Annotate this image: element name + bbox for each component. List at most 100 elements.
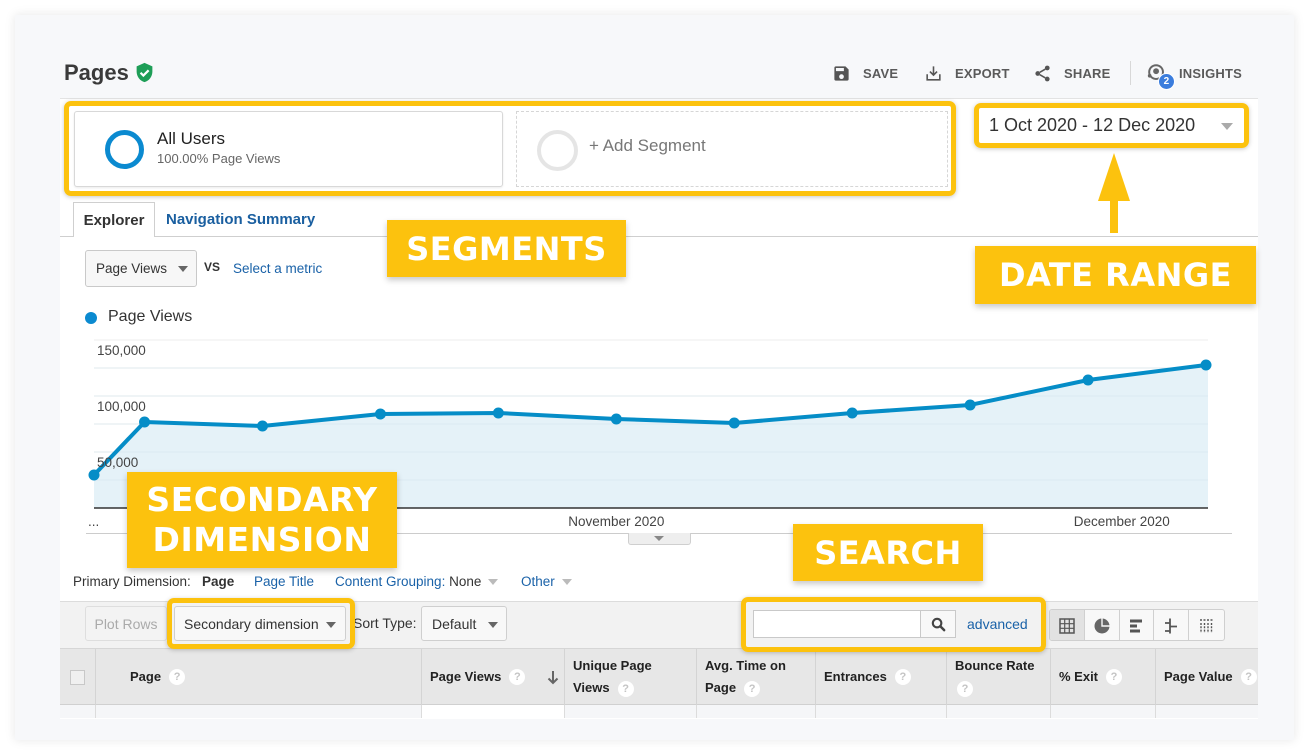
- annotation-search: SEARCH: [793, 524, 983, 581]
- chart-point[interactable]: [964, 399, 976, 411]
- sort-type-value: Default: [432, 615, 477, 632]
- column-header-entrances[interactable]: Entrances?: [815, 649, 946, 705]
- help-icon[interactable]: ?: [617, 680, 634, 697]
- view-pivot-button[interactable]: [1189, 610, 1224, 640]
- view-comparison-button[interactable]: [1154, 610, 1190, 640]
- help-icon[interactable]: ?: [1106, 669, 1123, 685]
- view-performance-button[interactable]: [1120, 610, 1155, 640]
- column-label: Bounce Rate: [955, 658, 1035, 673]
- x-tick-label: ...: [88, 514, 99, 529]
- column-label: Unique Page Views: [573, 658, 652, 695]
- sort-type-label: Sort Type:: [353, 615, 417, 631]
- segment-name: All Users: [157, 129, 226, 148]
- select-all-checkbox[interactable]: [70, 669, 85, 685]
- view-percentage-button[interactable]: [1085, 610, 1120, 640]
- tab-navigation-summary[interactable]: Navigation Summary: [166, 202, 315, 236]
- table-cell: [564, 705, 697, 718]
- chevron-down-icon: [488, 579, 499, 586]
- share-button[interactable]: SHARE: [1033, 62, 1111, 84]
- help-icon[interactable]: ?: [894, 669, 911, 685]
- advanced-search-link[interactable]: advanced: [967, 616, 1028, 632]
- sort-type-dropdown[interactable]: Default: [421, 606, 507, 641]
- dimension-page-title[interactable]: Page Title: [254, 574, 314, 589]
- comparison-icon: [1165, 618, 1178, 634]
- column-header-unique-page-views[interactable]: Unique Page Views?: [564, 649, 696, 705]
- annotation-secondary-dimension: SECONDARY DIMENSION: [127, 472, 397, 568]
- primary-dimension-label: Primary Dimension:: [73, 574, 191, 589]
- column-header-page-views[interactable]: Page Views?: [421, 649, 564, 705]
- chart-point[interactable]: [492, 407, 504, 419]
- sort-descending-icon: [547, 671, 559, 685]
- help-icon[interactable]: ?: [957, 680, 973, 697]
- help-icon[interactable]: ?: [509, 669, 526, 685]
- search-button[interactable]: [920, 610, 956, 638]
- bar-chart-icon: [1130, 619, 1143, 633]
- view-table-button[interactable]: [1050, 610, 1085, 640]
- chart-point[interactable]: [728, 417, 740, 429]
- chevron-down-icon: [178, 266, 188, 272]
- column-label: % Exit: [1059, 669, 1099, 684]
- x-tick-label: December 2020: [1074, 514, 1170, 529]
- table-grid-icon: [1059, 618, 1075, 634]
- chevron-down-icon: [326, 622, 336, 628]
- chart-point[interactable]: [846, 407, 858, 419]
- save-button[interactable]: SAVE: [832, 62, 898, 84]
- help-icon[interactable]: ?: [1240, 669, 1257, 685]
- metric-dropdown[interactable]: Page Views: [85, 250, 197, 287]
- annotation-secondary-line-2: DIMENSION: [152, 520, 372, 559]
- chart-collapse-handle[interactable]: [628, 533, 691, 545]
- select-metric-link[interactable]: Select a metric: [233, 261, 322, 276]
- view-mode-group: [1049, 609, 1225, 641]
- segment-color-ring: [105, 130, 144, 169]
- table-header: Page? Page Views? Unique Page Views? Avg…: [60, 648, 1258, 705]
- chart-point[interactable]: [374, 408, 386, 420]
- chart-point[interactable]: [610, 413, 622, 425]
- annotation-date-range-text: DATE RANGE: [999, 256, 1232, 294]
- other-label: Other: [521, 574, 555, 589]
- annotation-segments: SEGMENTS: [387, 220, 626, 277]
- column-header-page[interactable]: Page?: [95, 649, 421, 705]
- add-segment-label: + Add Segment: [589, 136, 706, 155]
- table-cell: [696, 705, 816, 718]
- table-cell: [421, 705, 565, 718]
- chart-point[interactable]: [88, 469, 100, 481]
- column-header-bounce-rate[interactable]: Bounce Rate?: [946, 649, 1050, 705]
- chevron-down-icon: [488, 622, 498, 628]
- insights-icon: 2: [1146, 62, 1175, 90]
- column-header-avg-time-on-page[interactable]: Avg. Time on Page?: [696, 649, 815, 705]
- plot-rows-button[interactable]: Plot Rows: [85, 606, 167, 641]
- column-label: Entrances: [824, 669, 887, 684]
- help-icon[interactable]: ?: [169, 669, 186, 685]
- chart-point[interactable]: [1082, 374, 1094, 386]
- y-tick-label: 100,000: [97, 399, 146, 414]
- date-range-picker[interactable]: 1 Oct 2020 - 12 Dec 2020: [979, 108, 1244, 143]
- tab-divider: [60, 236, 1258, 237]
- export-button[interactable]: EXPORT: [924, 62, 1010, 84]
- content-grouping-dropdown[interactable]: Content Grouping: None: [335, 574, 499, 589]
- table-cell: [1155, 705, 1259, 718]
- table-search-input[interactable]: [753, 610, 921, 638]
- tab-explorer[interactable]: Explorer: [73, 202, 155, 237]
- segment-all-users[interactable]: All Users 100.00% Page Views: [74, 111, 503, 187]
- chart-point[interactable]: [1200, 359, 1212, 371]
- column-header-exit[interactable]: % Exit?: [1050, 649, 1155, 705]
- metric-selected: Page Views: [96, 261, 168, 276]
- dimension-page[interactable]: Page: [202, 574, 234, 589]
- column-header-page-value[interactable]: Page Value?: [1155, 649, 1258, 705]
- secondary-dimension-dropdown[interactable]: Secondary dimension: [174, 606, 346, 641]
- column-label: Page Views: [430, 669, 502, 684]
- chart-point[interactable]: [139, 416, 151, 428]
- insights-button[interactable]: 2 INSIGHTS: [1146, 62, 1242, 90]
- annotation-secondary-line-1: SECONDARY: [146, 480, 378, 519]
- page-title: Pages: [64, 60, 129, 85]
- pivot-table-icon: [1199, 619, 1214, 633]
- share-icon: [1035, 65, 1050, 81]
- add-segment-button[interactable]: + Add Segment: [516, 111, 948, 187]
- other-dimension-dropdown[interactable]: Other: [521, 574, 572, 589]
- chart-point[interactable]: [256, 420, 268, 432]
- legend-label: Page Views: [108, 308, 193, 325]
- help-icon[interactable]: ?: [744, 680, 761, 697]
- segment-detail: 100.00% Page Views: [157, 151, 281, 166]
- primary-dimension-row: Primary Dimension: Page Page Title Conte…: [73, 574, 572, 589]
- save-label: SAVE: [863, 65, 899, 81]
